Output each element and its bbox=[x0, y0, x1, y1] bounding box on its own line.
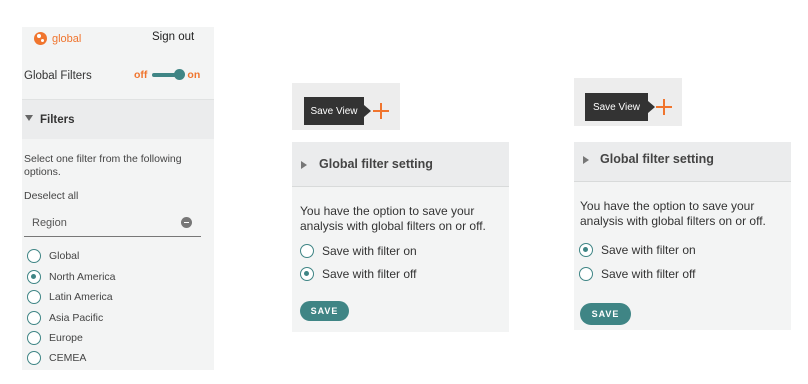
radio-option-north-america[interactable]: North America bbox=[27, 270, 116, 284]
caret-right-icon[interactable] bbox=[301, 161, 307, 169]
global-filter-setting-card: Global filter setting You have the optio… bbox=[292, 142, 509, 332]
caret-down-icon[interactable] bbox=[25, 115, 33, 121]
radio-button[interactable] bbox=[300, 244, 314, 258]
plus-icon[interactable] bbox=[373, 103, 389, 119]
radio-label: Latin America bbox=[49, 291, 113, 303]
card-header[interactable]: Global filter setting bbox=[574, 142, 791, 182]
radio-label: Save with filter on bbox=[322, 244, 417, 258]
global-filters-label: Global Filters bbox=[24, 70, 92, 82]
save-view-bar: Save View bbox=[574, 78, 682, 126]
radio-save-with-filter-off[interactable]: Save with filter off bbox=[579, 267, 696, 281]
brand-logo[interactable]: global bbox=[34, 32, 81, 45]
save-view-button[interactable]: Save View bbox=[304, 97, 364, 125]
radio-label: Save with filter off bbox=[322, 267, 417, 281]
radio-button[interactable] bbox=[27, 351, 41, 365]
card-description: You have the option to save your analysi… bbox=[300, 204, 486, 233]
toggle-track[interactable] bbox=[152, 69, 186, 80]
radio-option-europe[interactable]: Europe bbox=[27, 331, 83, 345]
global-filters-toggle[interactable]: off on bbox=[134, 69, 200, 81]
save-button[interactable]: SAVE bbox=[580, 303, 631, 325]
save-button[interactable]: SAVE bbox=[300, 301, 349, 321]
globe-icon bbox=[34, 32, 47, 45]
radio-button[interactable] bbox=[579, 243, 593, 257]
card-description: You have the option to save your analysi… bbox=[580, 199, 766, 228]
radio-button[interactable] bbox=[27, 249, 41, 263]
radio-save-with-filter-on[interactable]: Save with filter on bbox=[300, 244, 417, 258]
toggle-knob[interactable] bbox=[174, 69, 186, 80]
region-field[interactable]: Region bbox=[24, 210, 201, 237]
caret-right-icon[interactable] bbox=[583, 156, 589, 164]
minus-circle-icon[interactable] bbox=[181, 217, 192, 228]
card-title: Global filter setting bbox=[600, 152, 714, 166]
radio-option-asia-pacific[interactable]: Asia Pacific bbox=[27, 311, 103, 325]
radio-label: Asia Pacific bbox=[49, 312, 104, 324]
global-filter-setting-card: Global filter setting You have the optio… bbox=[574, 142, 791, 330]
radio-label: Global bbox=[49, 250, 80, 262]
save-view-bar: Save View bbox=[292, 83, 400, 130]
radio-option-global[interactable]: Global bbox=[27, 249, 79, 263]
radio-label: Save with filter on bbox=[601, 243, 696, 257]
radio-save-with-filter-on[interactable]: Save with filter on bbox=[579, 243, 696, 257]
deselect-all-link[interactable]: Deselect all bbox=[24, 190, 78, 202]
radio-label: Europe bbox=[49, 332, 83, 344]
radio-save-with-filter-off[interactable]: Save with filter off bbox=[300, 267, 417, 281]
radio-button[interactable] bbox=[27, 311, 41, 325]
radio-option-latin-america[interactable]: Latin America bbox=[27, 290, 113, 304]
radio-button[interactable] bbox=[300, 267, 314, 281]
radio-button[interactable] bbox=[27, 290, 41, 304]
toggle-on-label: on bbox=[187, 69, 201, 81]
save-view-button[interactable]: Save View bbox=[585, 93, 648, 121]
radio-label: CEMEA bbox=[49, 352, 87, 364]
radio-label: Save with filter off bbox=[601, 267, 696, 281]
filters-header-label: Filters bbox=[40, 114, 75, 126]
region-value: Region bbox=[32, 217, 67, 229]
radio-button[interactable] bbox=[27, 270, 41, 284]
card-header[interactable]: Global filter setting bbox=[292, 142, 509, 187]
plus-icon[interactable] bbox=[656, 99, 672, 115]
radio-option-cemea[interactable]: CEMEA bbox=[27, 351, 86, 365]
toggle-off-label: off bbox=[134, 69, 148, 81]
filters-hint: Select one filter from the following opt… bbox=[24, 153, 182, 178]
radio-button[interactable] bbox=[579, 267, 593, 281]
radio-button[interactable] bbox=[27, 331, 41, 345]
radio-label: North America bbox=[49, 271, 116, 283]
filter-panel: global Sign out Global Filters off on Fi… bbox=[22, 27, 214, 370]
card-title: Global filter setting bbox=[319, 157, 433, 171]
brand-name: global bbox=[52, 32, 82, 45]
sign-out-link[interactable]: Sign out bbox=[152, 31, 194, 43]
